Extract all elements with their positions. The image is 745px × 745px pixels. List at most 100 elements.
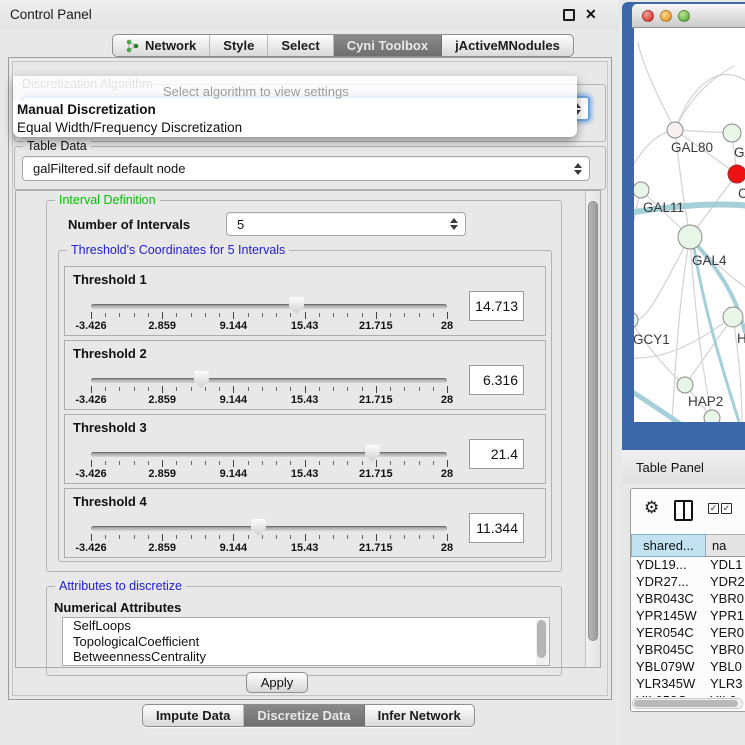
network-node-ga[interactable] bbox=[723, 124, 741, 142]
tick-mark bbox=[362, 461, 363, 465]
tab-discretize-data[interactable]: Discretize Data bbox=[244, 705, 364, 726]
tick-mark bbox=[347, 387, 348, 391]
tick-label: 15.43 bbox=[291, 468, 319, 480]
tick-mark bbox=[305, 312, 306, 319]
settings-vertical-scrollbar[interactable] bbox=[585, 191, 600, 667]
threshold-label: Threshold 3 bbox=[73, 420, 147, 435]
apply-button[interactable]: Apply bbox=[246, 672, 308, 693]
slider-thumb[interactable] bbox=[289, 297, 304, 314]
tick-label: 15.43 bbox=[291, 542, 319, 554]
tick-mark bbox=[447, 386, 448, 393]
algorithm-dropdown-popup: Select algorithm to view settings Manual… bbox=[13, 76, 577, 137]
tick-mark bbox=[276, 313, 277, 317]
slider-track[interactable] bbox=[91, 526, 447, 531]
attribute-list-item[interactable]: BetweennessCentrality bbox=[63, 649, 549, 665]
scrollbar-thumb[interactable] bbox=[588, 201, 598, 641]
number-of-intervals-value: 5 bbox=[237, 217, 244, 232]
columns-icon[interactable] bbox=[674, 500, 693, 521]
tab-style[interactable]: Style bbox=[210, 35, 268, 56]
tick-mark bbox=[162, 460, 163, 467]
table-row[interactable]: YBR045CYBR0 bbox=[631, 642, 745, 659]
tick-mark bbox=[205, 387, 206, 391]
tick-mark bbox=[347, 535, 348, 539]
network-node-gcy1[interactable] bbox=[634, 312, 638, 328]
slider-thumb[interactable] bbox=[251, 519, 266, 536]
tick-label: 28 bbox=[441, 320, 453, 332]
table-row[interactable]: YDR27...YDR2 bbox=[631, 574, 745, 591]
table-horizontal-scrollbar[interactable] bbox=[632, 698, 743, 709]
tick-mark bbox=[319, 535, 320, 539]
threshold-label: Threshold 2 bbox=[73, 346, 147, 361]
attribute-list-item[interactable]: SelfLoops bbox=[63, 618, 549, 634]
tick-mark bbox=[419, 535, 420, 539]
network-node[interactable] bbox=[704, 410, 720, 422]
gear-icon[interactable]: ⚙ bbox=[644, 498, 659, 518]
table-data-combobox[interactable]: galFiltered.sif default node bbox=[22, 156, 590, 181]
table-row[interactable]: YER054CYER0 bbox=[631, 625, 745, 642]
tick-mark bbox=[262, 387, 263, 391]
tick-mark bbox=[191, 313, 192, 317]
tick-mark bbox=[404, 461, 405, 465]
tick-mark bbox=[333, 535, 334, 539]
network-node-gal11[interactable] bbox=[634, 182, 649, 198]
close-icon[interactable]: ✕ bbox=[585, 6, 597, 23]
table-row[interactable]: YDL19...YDL1 bbox=[631, 557, 745, 574]
table-row[interactable]: YLR345WYLR3 bbox=[631, 676, 745, 693]
table-row[interactable]: YBL079WYBL0 bbox=[631, 659, 745, 676]
column-header-name[interactable]: na bbox=[706, 534, 745, 557]
algorithm-option[interactable]: Equal Width/Frequency Discretization bbox=[13, 119, 577, 137]
zoom-traffic-light-icon[interactable] bbox=[678, 10, 690, 22]
tick-mark bbox=[233, 460, 234, 467]
close-traffic-light-icon[interactable] bbox=[642, 10, 654, 22]
table-row[interactable]: YBR043CYBR0 bbox=[631, 591, 745, 608]
checkbox-icon[interactable]: ✓ bbox=[708, 503, 719, 514]
tick-mark bbox=[91, 386, 92, 393]
table-row[interactable]: YPR145WYPR1 bbox=[631, 608, 745, 625]
network-node-gal4[interactable] bbox=[678, 225, 702, 249]
slider-thumb[interactable] bbox=[365, 445, 380, 462]
numerical-attributes-label: Numerical Attributes bbox=[54, 600, 181, 615]
node-label: GAL80 bbox=[671, 140, 713, 155]
interval-definition-title: Interval Definition bbox=[55, 193, 160, 207]
tick-mark bbox=[119, 535, 120, 539]
tick-mark bbox=[105, 535, 106, 539]
table-row[interactable]: YIL052CYIL0 bbox=[631, 693, 745, 697]
threshold-value-field[interactable]: 11.344 bbox=[469, 513, 524, 543]
threshold-value-field[interactable]: 6.316 bbox=[469, 365, 524, 395]
threshold-value-field[interactable]: 21.4 bbox=[469, 439, 524, 469]
tab-network[interactable]: Network bbox=[113, 35, 210, 56]
network-node-hap2[interactable] bbox=[677, 377, 693, 393]
tick-label: 21.715 bbox=[359, 320, 393, 332]
tick-mark bbox=[390, 461, 391, 465]
attributes-list-scrollbar[interactable] bbox=[536, 619, 548, 666]
algorithm-placeholder-option[interactable]: Select algorithm to view settings bbox=[13, 76, 577, 101]
number-of-intervals-combobox[interactable]: 5 bbox=[226, 212, 466, 236]
network-node-h[interactable] bbox=[723, 307, 743, 327]
checkbox-icon[interactable]: ✓ bbox=[721, 503, 732, 514]
algorithm-option[interactable]: Manual Discretization bbox=[13, 101, 577, 119]
tab-jactivemnodules[interactable]: jActiveMNodules bbox=[442, 35, 573, 56]
slider-track[interactable] bbox=[91, 378, 447, 383]
tick-mark bbox=[433, 387, 434, 391]
network-node-c[interactable] bbox=[728, 165, 745, 183]
tab-infer-network[interactable]: Infer Network bbox=[365, 705, 474, 726]
tab-impute-data[interactable]: Impute Data bbox=[143, 705, 244, 726]
network-node-gal80[interactable] bbox=[667, 122, 683, 138]
numerical-attributes-list[interactable]: SelfLoopsTopologicalCoefficientBetweenne… bbox=[62, 617, 550, 666]
float-window-icon[interactable] bbox=[563, 9, 575, 21]
slider-track[interactable] bbox=[91, 452, 447, 457]
tick-label: 9.144 bbox=[220, 468, 248, 480]
scrollbar-thumb[interactable] bbox=[634, 700, 738, 707]
network-canvas[interactable]: GAL80GACGAL11GAL4GCY1HHAP2 bbox=[634, 28, 745, 422]
tick-mark bbox=[148, 387, 149, 391]
slider-track[interactable] bbox=[91, 304, 447, 309]
tab-cyni-toolbox[interactable]: Cyni Toolbox bbox=[334, 35, 442, 56]
attribute-list-item[interactable]: TopologicalCoefficient bbox=[63, 634, 549, 650]
tick-mark bbox=[176, 313, 177, 317]
column-header-shared-name[interactable]: shared... bbox=[631, 534, 706, 557]
slider-thumb[interactable] bbox=[194, 371, 209, 388]
tick-mark bbox=[119, 461, 120, 465]
minimize-traffic-light-icon[interactable] bbox=[660, 10, 672, 22]
threshold-value-field[interactable]: 14.713 bbox=[469, 291, 524, 321]
tab-select[interactable]: Select bbox=[268, 35, 333, 56]
